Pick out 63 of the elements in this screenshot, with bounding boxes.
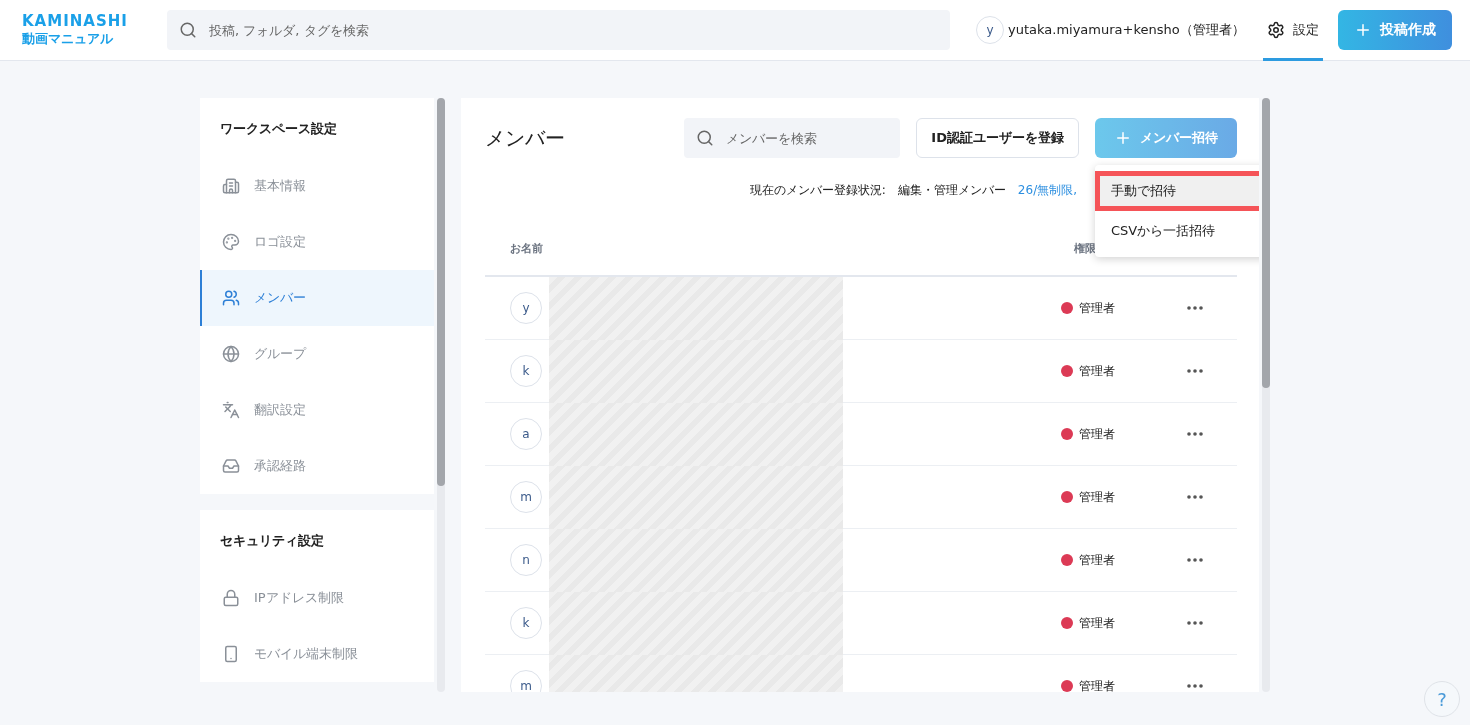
member-search-field[interactable]: メンバーを検索 — [684, 118, 901, 158]
invite-member-button[interactable]: メンバー招待 — [1095, 118, 1237, 158]
member-avatar: a — [510, 418, 542, 450]
column-header: 権限 — [1074, 240, 1097, 256]
settings-tab[interactable]: 設定 — [1262, 0, 1323, 61]
role-dot — [1061, 491, 1073, 503]
section-title: セキュリティ設定 — [219, 532, 325, 550]
role-dot — [1061, 302, 1073, 314]
member-avatar: n — [510, 544, 542, 576]
building-icon — [222, 177, 240, 195]
more-icon — [1187, 684, 1203, 688]
section-title: ワークスペース設定 — [219, 120, 338, 138]
role-dot — [1061, 365, 1073, 377]
member-avatar: k — [510, 355, 542, 387]
role-dot — [1061, 617, 1073, 629]
member-avatar: y — [510, 292, 542, 324]
column-header: お名前 — [510, 240, 544, 256]
member-role: 管理者 — [1079, 677, 1115, 692]
plus-icon — [1354, 21, 1372, 39]
member-avatar: m — [510, 481, 542, 513]
member-role: 管理者 — [1079, 488, 1115, 506]
role-dot — [1061, 428, 1073, 440]
register-id-user-button[interactable]: ID認証ユーザーを登録 — [916, 118, 1079, 158]
member-count: 26/無制限, — [1017, 182, 1077, 199]
logo-text: KAMINASHI — [22, 12, 129, 30]
status-label: 現在のメンバー登録状況: — [749, 182, 886, 199]
member-role: 管理者 — [1079, 425, 1115, 443]
inbox-icon — [222, 457, 240, 475]
role-dot — [1061, 554, 1073, 566]
translate-icon — [222, 401, 240, 419]
more-icon — [1187, 558, 1203, 562]
sidebar-item[interactable]: メンバー — [200, 270, 434, 326]
more-icon — [1187, 621, 1203, 625]
search-icon — [696, 129, 715, 147]
search-icon — [179, 21, 197, 39]
member-avatar: m — [510, 670, 542, 692]
more-icon — [1187, 495, 1203, 499]
menu-item[interactable]: CSVから一括招待 — [1095, 211, 1259, 251]
more-icon — [1187, 306, 1203, 310]
create-post-button[interactable]: 投稿作成 — [1338, 10, 1452, 50]
settings-icon — [1266, 21, 1285, 39]
member-avatar: k — [510, 607, 542, 639]
menu-item[interactable]: 手動で招待 — [1095, 171, 1259, 211]
more-icon — [1187, 369, 1203, 373]
lock-icon — [222, 589, 240, 607]
palette-icon — [222, 233, 240, 251]
search-field[interactable]: 投稿, フォルダ, タグを検索 — [167, 10, 950, 50]
help-button[interactable]: ? — [1424, 681, 1460, 717]
more-icon — [1187, 432, 1203, 436]
member-role: 管理者 — [1079, 614, 1115, 632]
globe-icon — [222, 345, 240, 363]
user-avatar[interactable]: y — [976, 16, 1004, 44]
logo-subtitle: 動画マニュアル — [22, 30, 114, 48]
user-name: yutaka.miyamura+kensho（管理者） — [1008, 21, 1245, 39]
member-role: 管理者 — [1079, 362, 1115, 380]
member-type: 編集・管理メンバー — [897, 182, 1006, 199]
member-role: 管理者 — [1079, 299, 1115, 317]
member-role: 管理者 — [1079, 551, 1115, 569]
role-dot — [1061, 680, 1073, 692]
smartphone-icon — [222, 645, 240, 663]
users-icon — [222, 289, 240, 307]
plus-icon — [1114, 129, 1132, 147]
page-title: メンバー — [485, 124, 566, 152]
